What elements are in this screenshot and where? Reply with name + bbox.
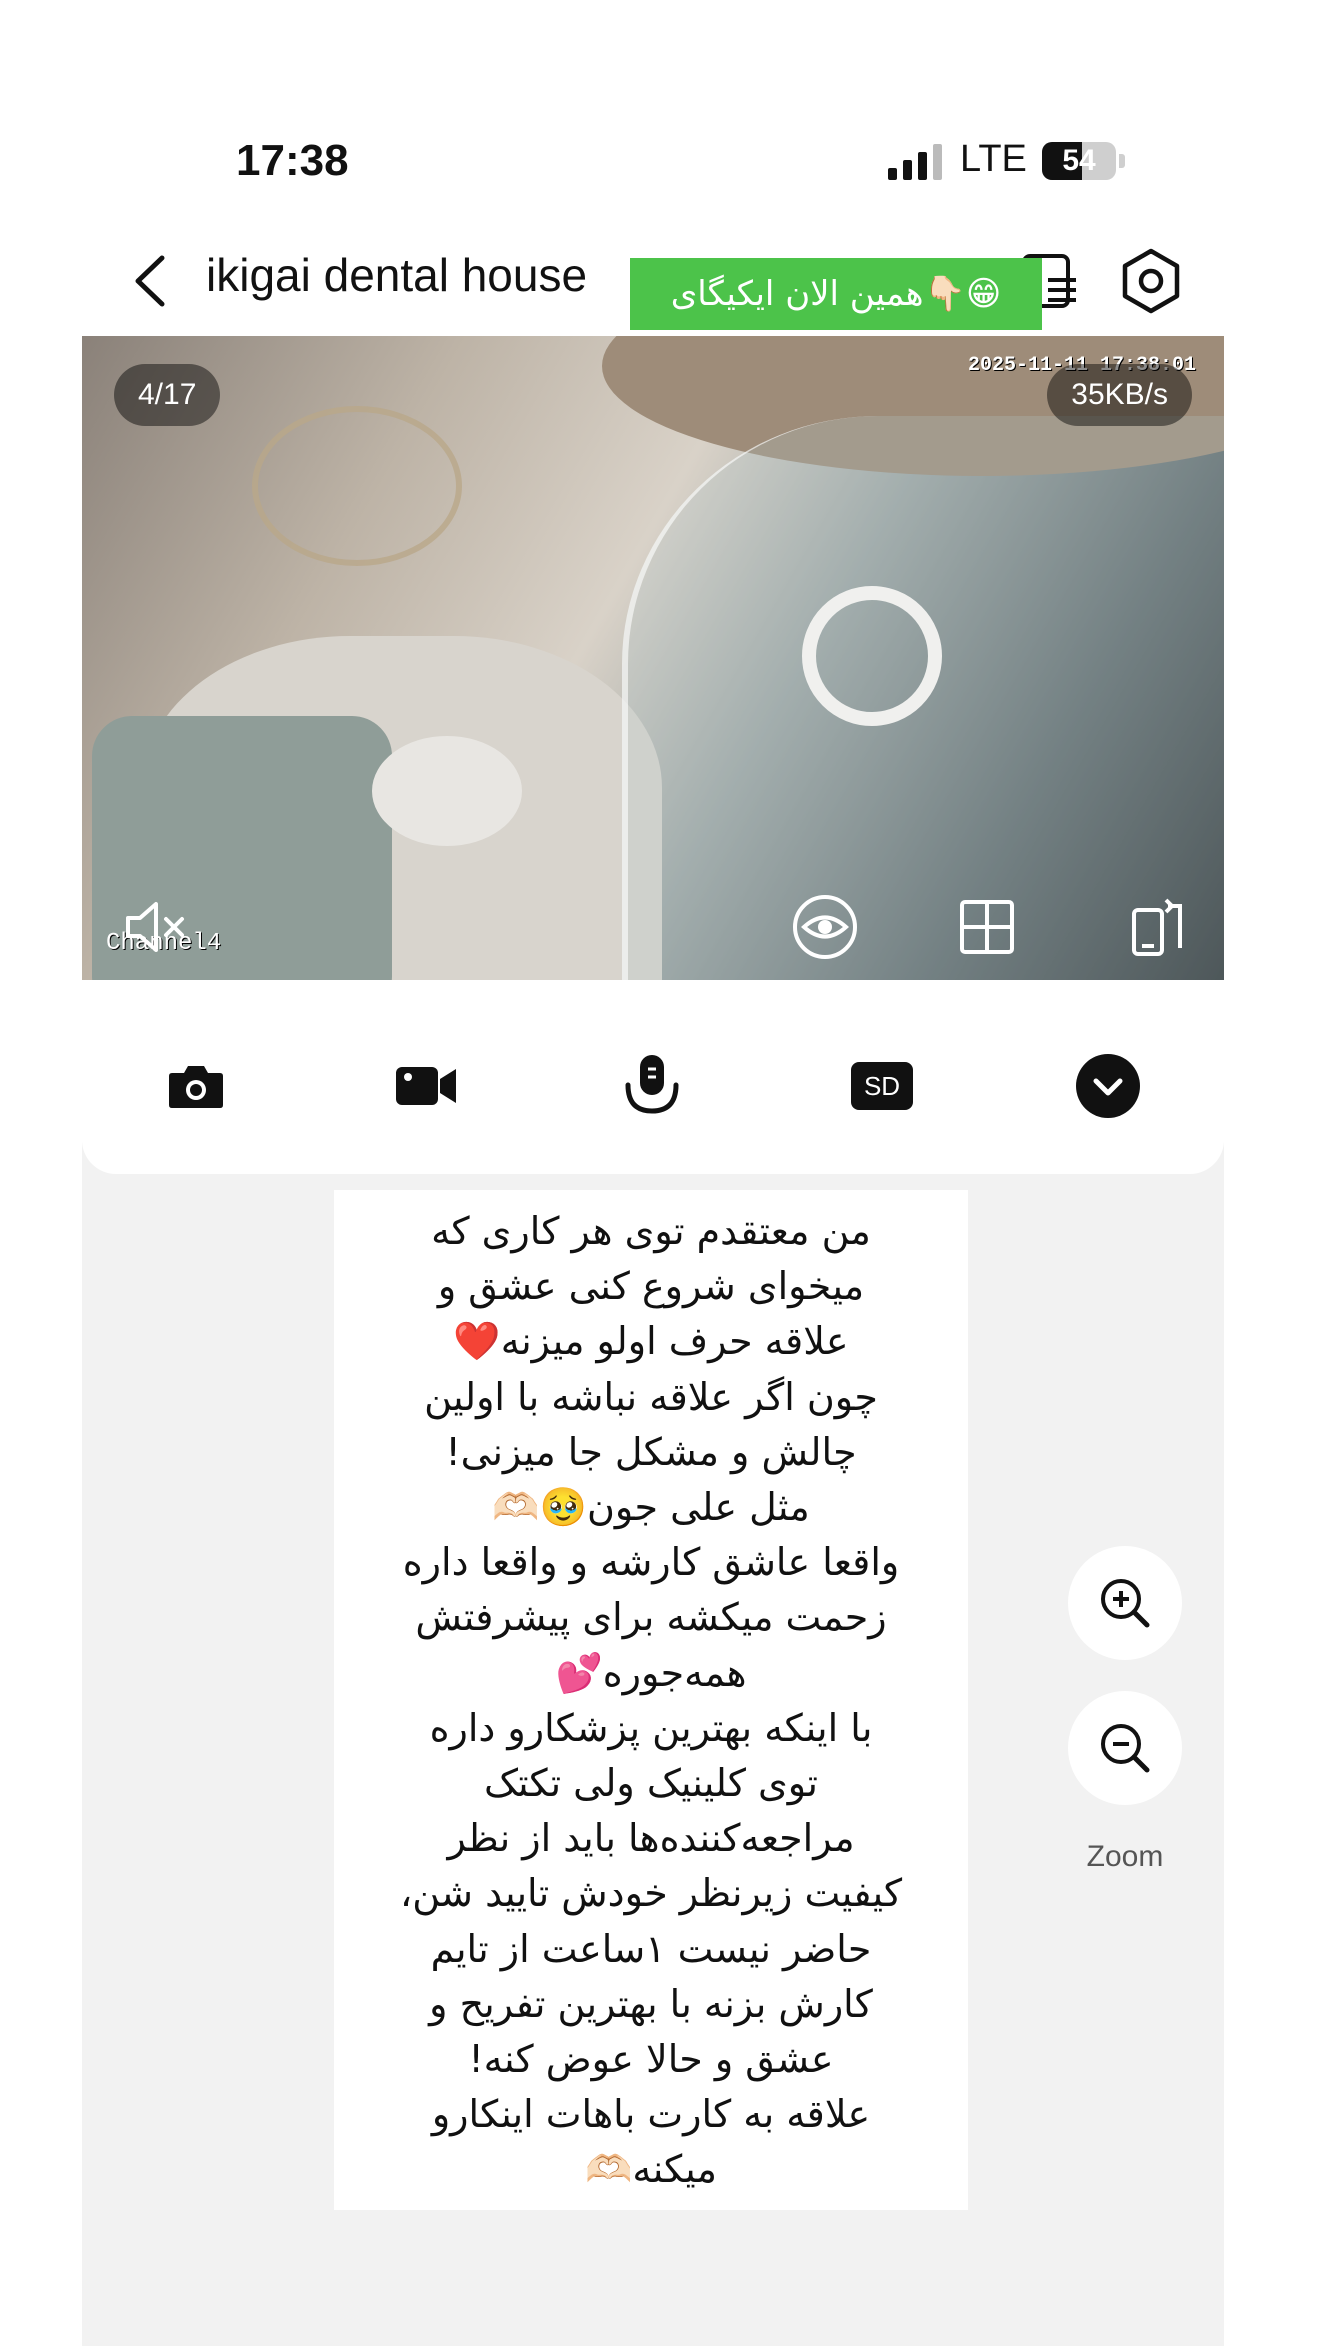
message-line: میخوای شروع کنی عشق و (437, 1264, 865, 1309)
grid-icon (960, 900, 1014, 954)
video-scene-ring-light (802, 586, 942, 726)
gear-icon (1122, 248, 1180, 314)
chevron-left-icon (135, 255, 165, 307)
video-record-icon (396, 1067, 456, 1105)
snapshot-button[interactable] (156, 1046, 236, 1126)
message-line: با اینکه بهترین پزشکارو داره (429, 1705, 873, 1750)
zoom-in-icon (1101, 1579, 1150, 1628)
message-line: زحمت میکشه برای پیشرفتش (415, 1595, 887, 1640)
message-line: حاضر نیست ۱ساعت از تایم (430, 1926, 872, 1971)
message-line: مراجعه‌کننده‌ها باید از نظر (447, 1816, 855, 1861)
message-line: مثل علی جون🥹🫶🏻 (492, 1485, 810, 1530)
zoom-in-button[interactable] (1068, 1546, 1182, 1660)
battery-level: 54 (1062, 144, 1096, 177)
camera-panel: 17:38 LTE 54 ikigai dental house همین ال… (82, 76, 1224, 1174)
mute-icon (126, 902, 184, 952)
view-mode-button[interactable] (790, 892, 860, 962)
message-line: علاقه به کارت باهات اینکارو (431, 2092, 871, 2137)
signal-icon (888, 144, 942, 180)
zoom-label: Zoom (1086, 1840, 1164, 1873)
network-type: LTE (960, 138, 1027, 180)
sd-icon: SD (851, 1062, 913, 1110)
message-line: کیفیت زیرنظر خودش تایید شن، (399, 1871, 903, 1916)
more-button[interactable] (1068, 1046, 1148, 1126)
more-chevron-icon (1076, 1054, 1140, 1118)
settings-button[interactable] (1116, 246, 1186, 316)
video-scene-lamp (252, 406, 462, 566)
battery-icon: 54 (1042, 142, 1116, 180)
message-line: چالش و مشکل جا میزنی! (445, 1429, 857, 1474)
message-line: چون اگر علاقه نباشه با اولین (424, 1374, 878, 1419)
quality-button[interactable]: SD (842, 1046, 922, 1126)
live-video-feed[interactable]: 4/17 2025-11-11 17:38:01 35KB/s Channel4 (82, 336, 1224, 980)
control-toolbar: SD (82, 1036, 1224, 1136)
talk-button[interactable] (612, 1046, 692, 1126)
battery-tip (1119, 154, 1125, 168)
message-line: همه‌جوره💕 (555, 1650, 747, 1695)
message-line: توی کلینیک ولی تکتک (484, 1761, 818, 1806)
eye-icon (793, 895, 857, 959)
message-line: من معتقدم توی هر کاری که (431, 1209, 871, 1253)
rotate-screen-icon (1132, 898, 1182, 956)
multi-view-button[interactable] (952, 892, 1022, 962)
overlay-caption: همین الان ایکیگای👇🏻😁 (630, 258, 1042, 330)
back-button[interactable] (122, 246, 182, 316)
status-time: 17:38 (236, 136, 349, 185)
bitrate-badge: 35KB/s (1047, 364, 1192, 426)
channel-counter: 4/17 (114, 364, 221, 426)
app-screen: 17:38 LTE 54 ikigai dental house همین ال… (82, 76, 1224, 2346)
mute-button[interactable] (120, 892, 190, 962)
record-button[interactable] (386, 1046, 466, 1126)
message-card: من معتقدم توی هر کاری که میخوای شروع کنی … (334, 1190, 968, 2210)
message-line: کارش بزنه با بهترین تفریح و (429, 1981, 873, 2026)
message-line: میکنه🫶🏻 (585, 2147, 717, 2192)
page-title: ikigai dental house (206, 249, 588, 301)
message-line: علاقه حرف اولو میزنه❤️ (453, 1319, 849, 1364)
video-scene-table (372, 736, 522, 846)
rotate-screen-button[interactable] (1122, 892, 1192, 962)
zoom-out-icon (1101, 1724, 1150, 1773)
camera-icon (169, 1066, 223, 1108)
microphone-icon (625, 1055, 679, 1114)
message-line: واقعا عاشق کارشه و واقعا داره (402, 1540, 900, 1585)
message-line: عشق و حالا عوض کنه! (468, 2037, 834, 2082)
zoom-out-button[interactable] (1068, 1691, 1182, 1805)
